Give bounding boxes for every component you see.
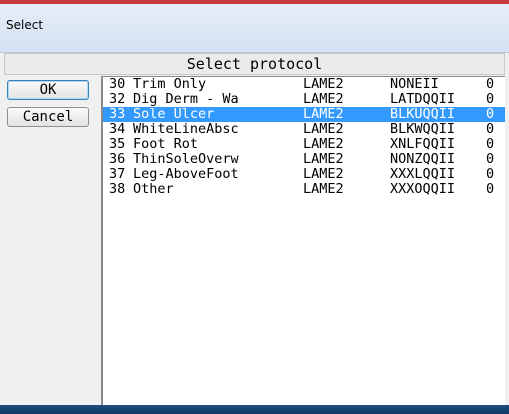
protocol-number: 32 [109,91,126,107]
protocol-name: Trim Only [133,76,207,92]
protocol-name: Dig Derm - Wa [133,91,239,107]
protocol-group: LAME2 [303,76,344,92]
protocol-name: Sole Ulcer [133,106,215,122]
protocol-code: BLKUQQII [390,106,456,122]
protocol-value: 0 [486,76,495,92]
protocol-code: XNLFQQII [390,136,456,152]
window-title: Select [6,18,44,32]
list-item[interactable]: 33 Sole Ulcer LAME2 BLKUQQII 0 [103,107,505,122]
protocol-number: 37 [109,166,126,182]
protocol-value: 0 [486,181,495,197]
protocol-group: LAME2 [303,121,344,137]
ok-button[interactable]: OK [7,80,89,100]
protocol-group: LAME2 [303,136,344,152]
protocol-value: 0 [486,166,495,182]
list-item[interactable]: 38 Other LAME2 XXXOQQII 0 [103,182,505,197]
protocol-value: 0 [486,136,495,152]
dialog-header: Select protocol [4,53,505,75]
protocol-value: 0 [486,91,495,107]
protocol-name: Foot Rot [133,136,199,152]
protocol-code: NONEII [390,76,439,92]
protocol-value: 0 [486,106,495,122]
select-protocol-dialog: Select protocol OK Cancel 30 Trim Only LAM… [4,53,505,405]
list-item[interactable]: 35 Foot Rot LAME2 XNLFQQII 0 [103,137,505,152]
list-item[interactable]: 30 Trim Only LAME2 NONEII 0 [103,77,505,92]
protocol-number: 38 [109,181,126,197]
protocol-code: XXXOQQII [390,181,456,197]
protocol-group: LAME2 [303,166,344,182]
protocol-group: LAME2 [303,106,344,122]
protocol-name: Leg-AboveFoot [133,166,239,182]
protocol-name: ThinSoleOverw [133,151,239,167]
window-titlebar[interactable]: Select [0,4,509,53]
protocol-number: 30 [109,76,126,92]
cancel-button[interactable]: Cancel [7,107,89,127]
protocol-name: Other [133,181,174,197]
protocol-group: LAME2 [303,181,344,197]
protocol-value: 0 [486,151,495,167]
protocol-number: 33 [109,106,126,122]
protocol-listbox[interactable]: 30 Trim Only LAME2 NONEII 0 32 Dig Derm - Wa LA… [101,76,505,405]
protocol-code: XXXLQQII [390,166,456,182]
protocol-number: 36 [109,151,126,167]
list-item[interactable]: 37 Leg-AboveFoot LAME2 XXXLQQII 0 [103,167,505,182]
list-item[interactable]: 34 WhiteLineAbsc LAME2 BLKWQQII 0 [103,122,505,137]
protocol-group: LAME2 [303,91,344,107]
protocol-number: 34 [109,121,126,137]
protocol-code: NONZQQII [390,151,456,167]
protocol-group: LAME2 [303,151,344,167]
protocol-code: BLKWQQII [390,121,456,137]
list-item[interactable]: 36 ThinSoleOverw LAME2 NONZQQII 0 [103,152,505,167]
protocol-name: WhiteLineAbsc [133,121,239,137]
taskbar [0,405,509,414]
protocol-code: LATDQQII [390,91,456,107]
protocol-number: 35 [109,136,126,152]
protocol-value: 0 [486,121,495,137]
list-item[interactable]: 32 Dig Derm - Wa LAME2 LATDQQII 0 [103,92,505,107]
